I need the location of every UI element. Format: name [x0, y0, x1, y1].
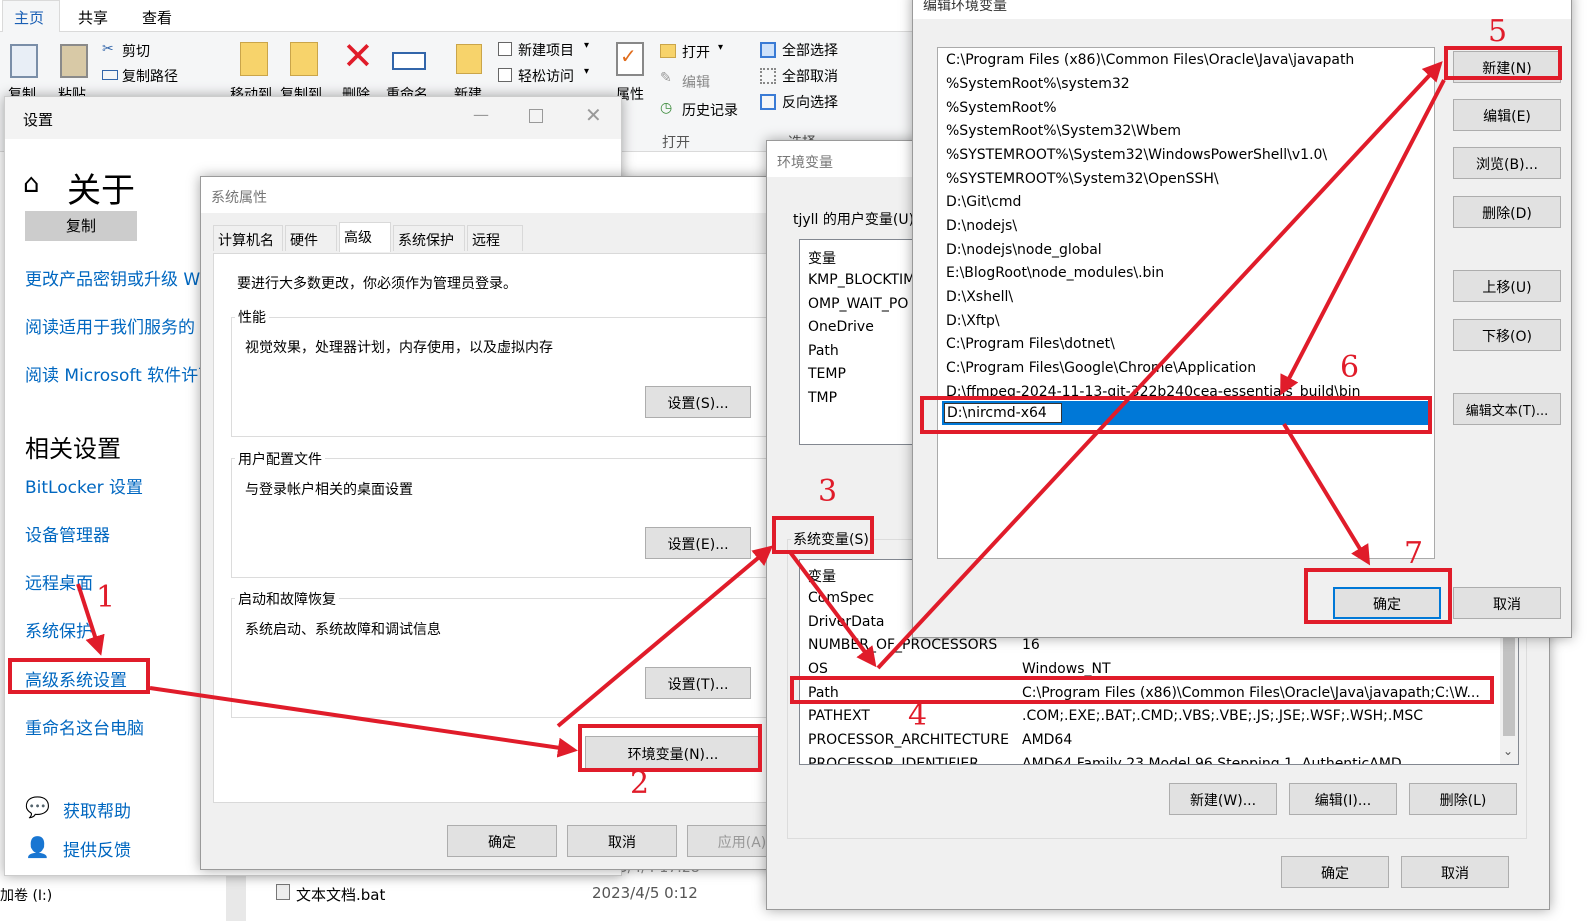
- arrow-step-7: [1282, 422, 1371, 566]
- arrow-step-3: [556, 545, 774, 728]
- arrow-step-2: [149, 686, 578, 758]
- annotation-arrows: [76, 61, 1446, 758]
- arrow-step-1: [76, 583, 105, 656]
- arrow-step-6: [1280, 79, 1446, 396]
- arrow-step-5: [876, 61, 1443, 670]
- arrow-step-4: [788, 550, 877, 668]
